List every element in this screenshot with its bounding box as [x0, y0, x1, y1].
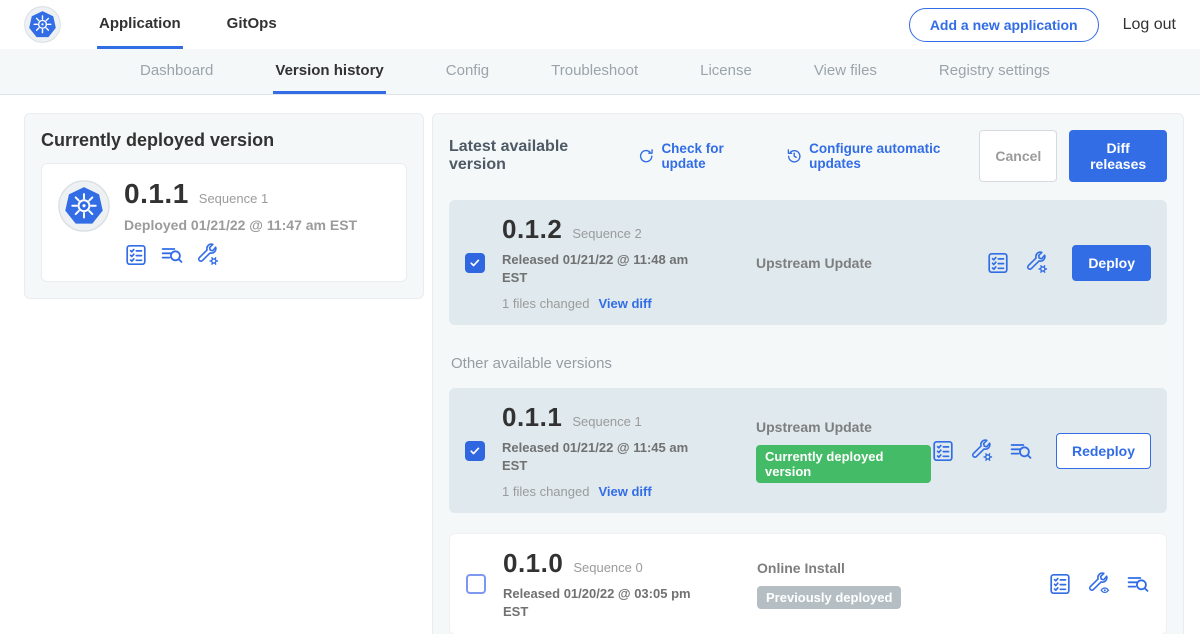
source-label: Upstream Update — [756, 419, 931, 435]
kubernetes-logo-icon — [24, 6, 61, 43]
currently-deployed-card: Currently deployed version 0.1.1 Sequenc… — [24, 113, 424, 299]
subnav-view-files[interactable]: View files — [812, 49, 879, 94]
sequence-label: Sequence 0 — [573, 560, 642, 575]
diff-releases-button[interactable]: Diff releases — [1069, 130, 1167, 182]
deploy-logs-icon[interactable] — [1126, 572, 1150, 596]
version-row-0-1-2: 0.1.2 Sequence 2 Released 01/21/22 @ 11:… — [449, 200, 1167, 325]
sequence-label: Sequence 2 — [572, 226, 641, 241]
deploy-logs-icon[interactable] — [160, 243, 184, 267]
check-for-update-link[interactable]: Check for update — [638, 141, 762, 171]
version-number: 0.1.1 — [502, 402, 562, 433]
preflight-checklist-icon[interactable] — [124, 243, 148, 267]
files-changed-label: 1 files changed — [502, 484, 589, 499]
configure-automatic-updates-link[interactable]: Configure automatic updates — [786, 141, 980, 171]
clock-refresh-icon — [786, 147, 802, 165]
preflight-checklist-icon[interactable] — [986, 251, 1010, 275]
subnav-version-history[interactable]: Version history — [273, 49, 385, 94]
subnav-registry-settings[interactable]: Registry settings — [937, 49, 1052, 94]
latest-version-title: Latest available version — [449, 138, 614, 174]
version-row-0-1-0: 0.1.0 Sequence 0 Released 01/20/22 @ 03:… — [449, 533, 1167, 634]
version-number: 0.1.2 — [502, 214, 562, 245]
source-label: Upstream Update — [756, 255, 986, 271]
view-diff-link[interactable]: View diff — [598, 484, 651, 499]
checkmark-icon — [468, 256, 482, 270]
config-wrench-gear-icon[interactable] — [196, 243, 220, 267]
logout-button[interactable]: Log out — [1123, 16, 1176, 34]
previously-deployed-badge: Previously deployed — [757, 586, 901, 609]
latest-version-header: Latest available version Check for updat… — [449, 130, 1167, 182]
other-versions-title: Other available versions — [451, 355, 1167, 372]
cancel-button[interactable]: Cancel — [979, 130, 1057, 182]
deployed-sequence-label: Sequence 1 — [199, 191, 268, 206]
config-wrench-eye-icon[interactable] — [1087, 572, 1111, 596]
deploy-button[interactable]: Deploy — [1072, 245, 1151, 281]
released-timestamp: Released 01/20/22 @ 03:05 pm EST — [503, 585, 711, 620]
app-subnav: Dashboard Version history Config Trouble… — [0, 49, 1200, 95]
currently-deployed-badge: Currently deployed version — [756, 445, 931, 483]
deploy-logs-icon[interactable] — [1009, 439, 1033, 463]
add-application-button[interactable]: Add a new application — [909, 8, 1099, 42]
application-icon — [58, 178, 110, 267]
config-wrench-gear-icon[interactable] — [970, 439, 994, 463]
preflight-checklist-icon[interactable] — [1048, 572, 1072, 596]
deployed-version-number: 0.1.1 — [124, 178, 189, 210]
refresh-icon — [638, 147, 654, 165]
checkmark-icon — [468, 444, 482, 458]
configure-updates-label: Configure automatic updates — [809, 141, 979, 171]
tab-application[interactable]: Application — [97, 0, 183, 49]
version-checkbox-checked[interactable] — [465, 441, 485, 461]
config-wrench-gear-icon[interactable] — [1025, 251, 1049, 275]
subnav-config[interactable]: Config — [444, 49, 491, 94]
check-for-update-label: Check for update — [661, 141, 761, 171]
subnav-troubleshoot[interactable]: Troubleshoot — [549, 49, 640, 94]
redeploy-button[interactable]: Redeploy — [1056, 433, 1151, 469]
view-diff-link[interactable]: View diff — [598, 296, 651, 311]
version-row-0-1-1: 0.1.1 Sequence 1 Released 01/21/22 @ 11:… — [449, 388, 1167, 513]
subnav-license[interactable]: License — [698, 49, 754, 94]
version-checkbox-unchecked[interactable] — [466, 574, 486, 594]
app-logo — [24, 0, 61, 49]
top-tabs: Application GitOps — [97, 0, 279, 49]
subnav-dashboard[interactable]: Dashboard — [138, 49, 215, 94]
released-timestamp: Released 01/21/22 @ 11:45 am EST — [502, 439, 710, 474]
deployed-version-panel: 0.1.1 Sequence 1 Deployed 01/21/22 @ 11:… — [41, 163, 407, 282]
preflight-checklist-icon[interactable] — [931, 439, 955, 463]
tab-gitops[interactable]: GitOps — [225, 0, 279, 49]
released-timestamp: Released 01/21/22 @ 11:48 am EST — [502, 251, 710, 286]
top-nav: Application GitOps Add a new application… — [0, 0, 1200, 49]
available-versions-card: Latest available version Check for updat… — [432, 113, 1184, 634]
files-changed-label: 1 files changed — [502, 296, 589, 311]
deployed-timestamp: Deployed 01/21/22 @ 11:47 am EST — [124, 217, 357, 233]
source-label: Online Install — [757, 560, 1048, 576]
version-number: 0.1.0 — [503, 548, 563, 579]
deployed-card-title: Currently deployed version — [41, 130, 407, 151]
version-checkbox-checked[interactable] — [465, 253, 485, 273]
sequence-label: Sequence 1 — [572, 414, 641, 429]
